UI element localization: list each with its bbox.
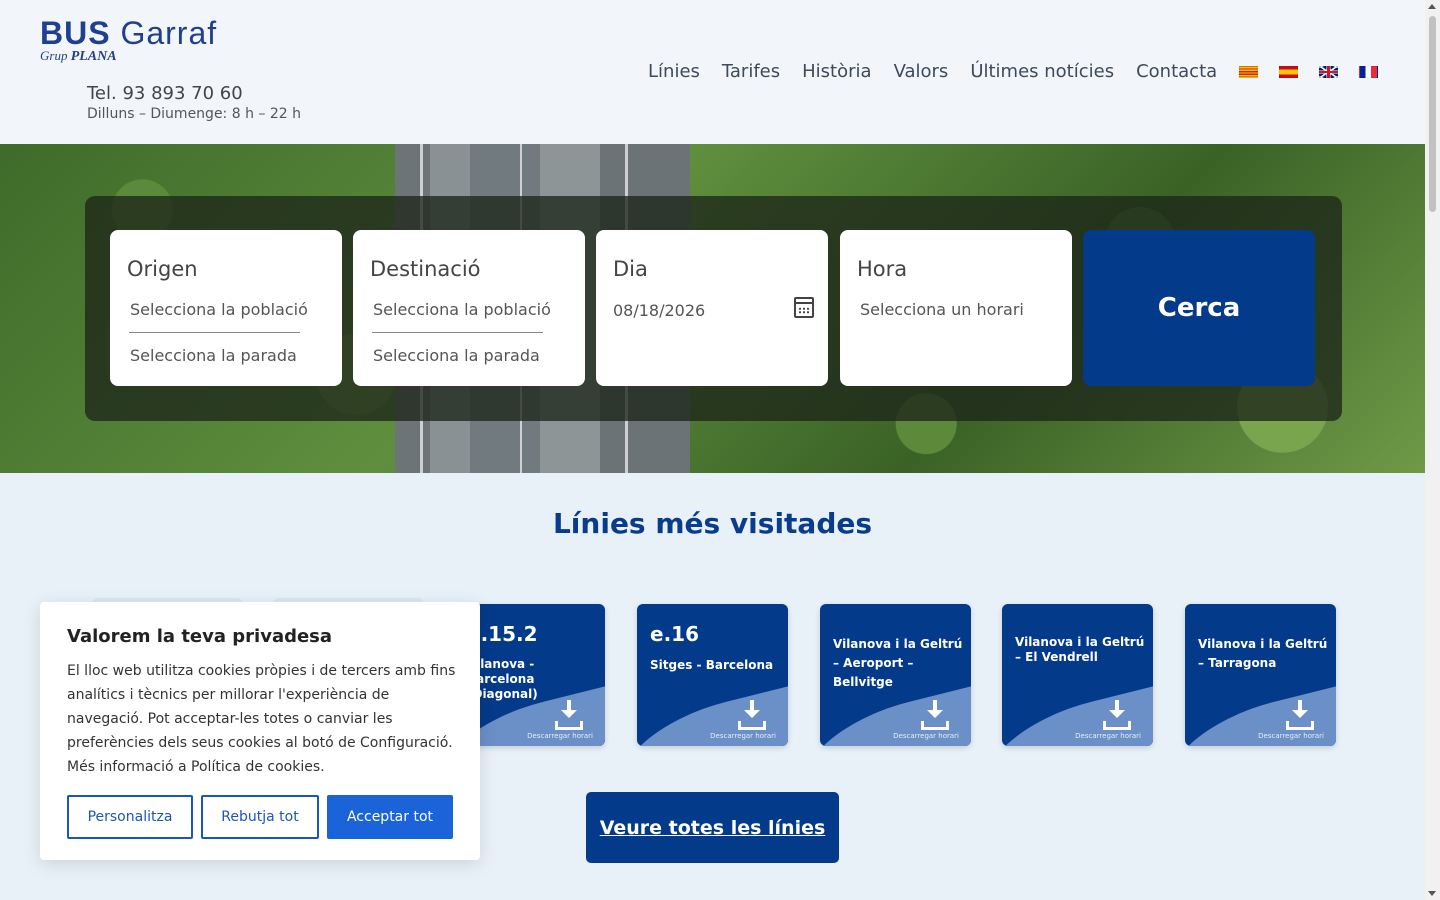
cookie-title: Valorem la teva privadesa bbox=[67, 626, 333, 647]
page-scrollbar[interactable] bbox=[1425, 0, 1440, 900]
destination-card: Destinació Selecciona la població Selecc… bbox=[353, 230, 585, 386]
route-search-panel: Origen Selecciona la població Selecciona… bbox=[85, 196, 1342, 421]
download-icon-base bbox=[555, 721, 583, 730]
download-schedule-link[interactable]: Descarregar horari bbox=[893, 732, 959, 740]
line-route: Vilanova i la Geltrú – Aeroport – Bellvi… bbox=[833, 637, 963, 689]
download-schedule-link[interactable]: Descarregar horari bbox=[527, 732, 593, 740]
nav-item-linies[interactable]: Línies bbox=[648, 61, 700, 83]
origin-card: Origen Selecciona la població Selecciona… bbox=[110, 230, 342, 386]
download-icon-base bbox=[738, 721, 766, 730]
nav-item-tarifes[interactable]: Tarifes bbox=[722, 61, 780, 83]
line-route: Vilanova i la Geltrú – Tarragona bbox=[1198, 637, 1328, 670]
flag-catalan-icon[interactable] bbox=[1239, 66, 1259, 78]
destination-town-select[interactable]: Selecciona la població bbox=[373, 300, 551, 319]
line-route: Vilanova - Barcelona (Diagonal) bbox=[467, 657, 538, 701]
line-route: Sitges - Barcelona bbox=[650, 658, 774, 672]
destination-stop-select[interactable]: Selecciona la parada bbox=[373, 346, 540, 365]
opening-hours: Dilluns – Diumenge: 8 h – 22 h bbox=[87, 106, 301, 122]
lines-section-title: Línies més visitades bbox=[552, 507, 873, 540]
nav-item-contacta[interactable]: Contacta bbox=[1136, 61, 1217, 83]
bus-garraf-logo[interactable]: BUS Garraf Grup PLANA bbox=[40, 16, 217, 65]
day-card: Dia 08/18/2026 bbox=[596, 230, 828, 386]
main-nav: Línies Tarifes Història Valors Últimes n… bbox=[648, 61, 1399, 83]
day-title: Dia bbox=[613, 257, 648, 281]
flag-uk-icon[interactable] bbox=[1319, 66, 1339, 78]
download-schedule-link[interactable]: Descarregar horari bbox=[710, 732, 776, 740]
download-icon-base bbox=[921, 721, 949, 730]
search-button[interactable]: Cerca bbox=[1083, 230, 1315, 386]
nav-item-historia[interactable]: Història bbox=[802, 61, 871, 83]
flag-france-icon[interactable] bbox=[1359, 66, 1379, 78]
divider bbox=[129, 332, 300, 333]
phone-number[interactable]: Tel. 93 893 70 60 bbox=[87, 83, 243, 104]
accept-all-button[interactable]: Acceptar tot bbox=[327, 795, 453, 839]
time-card: Hora Selecciona un horari bbox=[840, 230, 1072, 386]
download-schedule-link[interactable]: Descarregar horari bbox=[1258, 732, 1324, 740]
nav-item-noticies[interactable]: Últimes notícies bbox=[970, 61, 1114, 83]
scroll-down-icon[interactable] bbox=[1428, 891, 1436, 896]
origin-title: Origen bbox=[127, 257, 198, 281]
download-icon-base bbox=[1286, 721, 1314, 730]
divider bbox=[372, 332, 543, 333]
site-header: BUS Garraf Grup PLANA Tel. 93 893 70 60 … bbox=[0, 0, 1425, 144]
download-icon-base bbox=[1103, 721, 1131, 730]
hero-banner: Origen Selecciona la població Selecciona… bbox=[0, 144, 1425, 473]
reject-all-button[interactable]: Rebutja tot bbox=[201, 795, 319, 839]
origin-stop-select[interactable]: Selecciona la parada bbox=[130, 346, 297, 365]
cookie-text: El lloc web utilitza cookies pròpies i d… bbox=[67, 663, 456, 775]
time-select[interactable]: Selecciona un horari bbox=[860, 300, 1024, 319]
download-schedule-link[interactable]: Descarregar horari bbox=[1075, 732, 1141, 740]
scroll-thumb[interactable] bbox=[1429, 16, 1436, 212]
cookie-consent-banner: Valorem la teva privadesa El lloc web ut… bbox=[40, 602, 480, 860]
line-card[interactable]: Vilanova i la Geltrú – El Vendrell Desca… bbox=[1002, 604, 1153, 746]
nav-item-valors[interactable]: Valors bbox=[894, 61, 949, 83]
customize-cookies-button[interactable]: Personalitza bbox=[67, 795, 193, 839]
scroll-up-icon[interactable] bbox=[1428, 4, 1436, 9]
origin-town-select[interactable]: Selecciona la població bbox=[130, 300, 308, 319]
calendar-icon[interactable] bbox=[794, 297, 814, 318]
line-card[interactable]: Vilanova i la Geltrú – Tarragona Descarr… bbox=[1185, 604, 1336, 746]
line-card[interactable]: Vilanova i la Geltrú – Aeroport – Bellvi… bbox=[820, 604, 971, 746]
time-title: Hora bbox=[857, 257, 908, 281]
line-card[interactable]: e.16 Sitges - Barcelona Descarregar hora… bbox=[637, 604, 788, 746]
line-code: e.16 bbox=[650, 622, 699, 646]
language-switcher bbox=[1239, 66, 1399, 78]
date-input[interactable]: 08/18/2026 bbox=[613, 301, 705, 320]
view-all-lines-button[interactable]: Veure totes les línies bbox=[586, 792, 839, 863]
logo-wordmark: BUS Garraf bbox=[40, 15, 218, 51]
destination-title: Destinació bbox=[370, 257, 481, 281]
flag-spain-icon[interactable] bbox=[1279, 66, 1299, 78]
line-route: Vilanova i la Geltrú – El Vendrell bbox=[1015, 635, 1145, 664]
